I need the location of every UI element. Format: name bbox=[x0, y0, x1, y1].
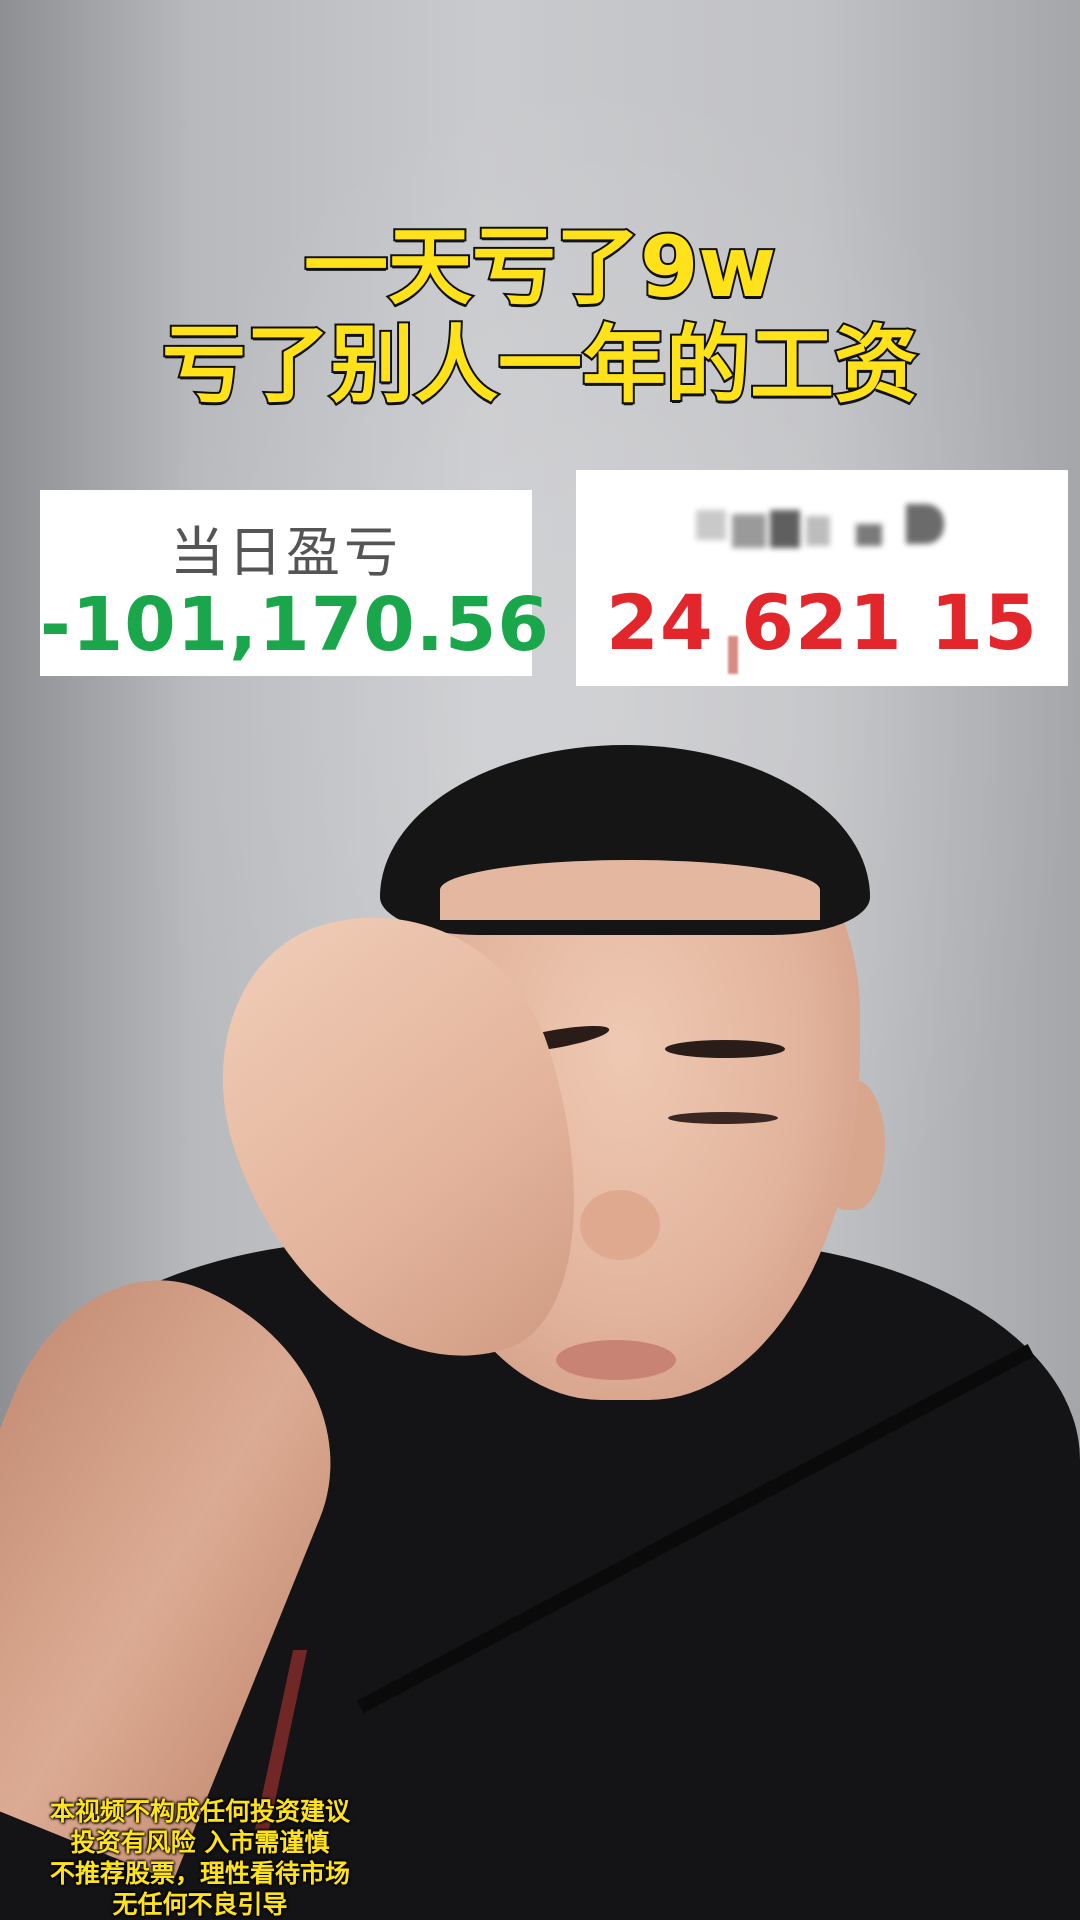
person-photo bbox=[0, 0, 1080, 1920]
nose bbox=[580, 1190, 660, 1260]
disclaimer-line-1: 本视频不构成任何投资建议 bbox=[49, 1797, 350, 1826]
right-eyebrow bbox=[665, 1040, 785, 1058]
forehead bbox=[440, 860, 820, 920]
right-eye bbox=[668, 1112, 778, 1124]
investment-disclaimer: 本视频不构成任何投资建议 投资有风险 入市需谨慎 不推荐股票，理性看待市场 无任… bbox=[0, 1796, 400, 1920]
mouth bbox=[556, 1340, 676, 1380]
disclaimer-line-3: 不推荐股票，理性看待市场 bbox=[49, 1859, 350, 1888]
disclaimer-line-4: 无任何不良引导 bbox=[112, 1890, 288, 1919]
disclaimer-line-2: 投资有风险 入市需谨慎 bbox=[70, 1828, 330, 1857]
video-frame: 一天亏了9w 亏了别人一年的工资 当日盈亏 -101,170.56 24 621… bbox=[0, 0, 1080, 1920]
